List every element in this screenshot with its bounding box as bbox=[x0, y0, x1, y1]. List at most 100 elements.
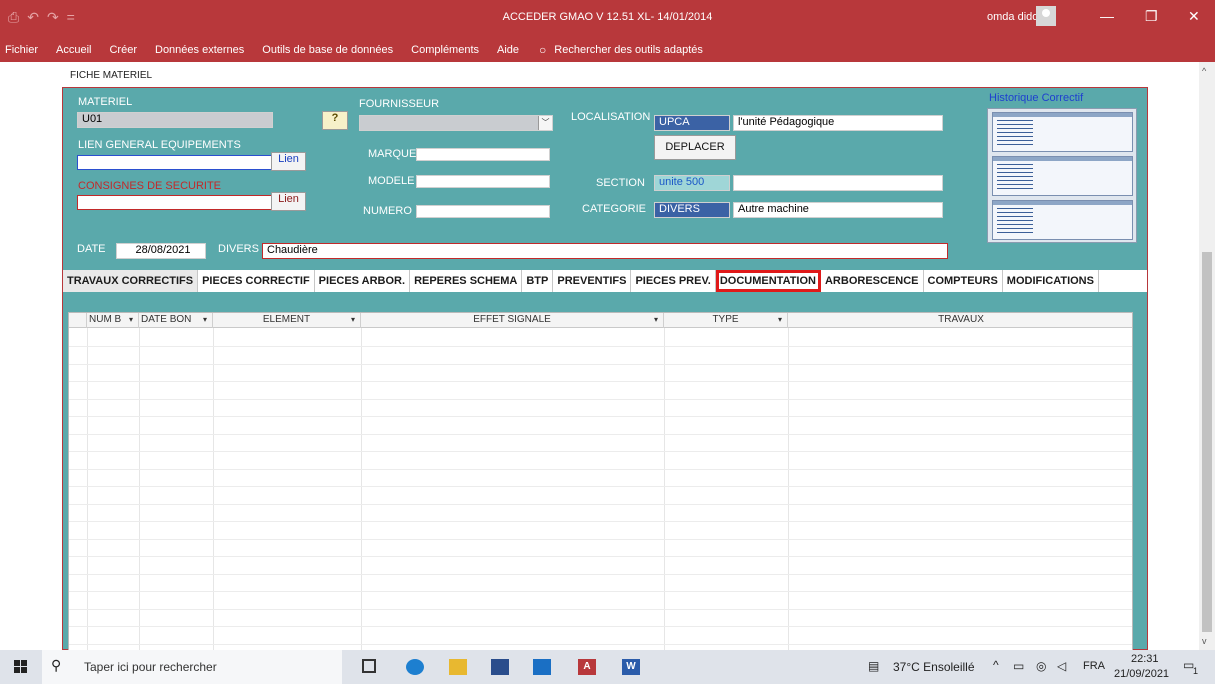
tell-me-search[interactable]: Rechercher des outils adaptés bbox=[554, 44, 703, 56]
historique-label: Historique Correctif bbox=[989, 92, 1084, 104]
divers-field[interactable]: Chaudière bbox=[262, 243, 948, 259]
col-type[interactable]: TYPE ▾ bbox=[664, 313, 788, 328]
fournisseur-combo[interactable]: ﹀ bbox=[359, 115, 553, 131]
consignes-label: CONSIGNES DE SECURITE bbox=[78, 180, 222, 192]
sort-down-icon[interactable]: ▾ bbox=[129, 313, 133, 327]
date-field[interactable]: 28/08/2021 bbox=[116, 243, 206, 259]
numero-label: NUMERO bbox=[363, 205, 412, 217]
task-view-icon[interactable] bbox=[362, 659, 376, 673]
tab-travaux-correctifs[interactable]: TRAVAUX CORRECTIFS bbox=[63, 270, 199, 292]
scroll-thumb[interactable] bbox=[1202, 252, 1212, 632]
lien-general-field[interactable] bbox=[77, 155, 273, 170]
tab-compteurs[interactable]: COMPTEURS bbox=[924, 270, 1003, 292]
fournisseur-label: FOURNISSEUR bbox=[359, 98, 440, 110]
clock-date[interactable]: 21/09/2021 bbox=[1114, 668, 1169, 680]
tab-reperes-schema[interactable]: REPERES SCHEMA bbox=[410, 270, 523, 292]
ribbon-tab-complements[interactable]: Compléments bbox=[411, 44, 479, 56]
modele-label: MODELE bbox=[368, 175, 415, 187]
edge-icon[interactable] bbox=[406, 659, 424, 675]
sort-down-icon[interactable]: ▾ bbox=[351, 313, 355, 327]
sort-down-icon[interactable]: ▾ bbox=[203, 313, 207, 327]
help-button[interactable]: ? bbox=[322, 111, 348, 130]
tab-pieces-arbor[interactable]: PIECES ARBOR. bbox=[315, 270, 411, 292]
historique-thumb-3[interactable] bbox=[992, 200, 1133, 240]
col-element[interactable]: ELEMENT ▾ bbox=[213, 313, 361, 328]
sort-down-icon[interactable]: ▾ bbox=[654, 313, 658, 327]
grid-select-all[interactable] bbox=[69, 313, 87, 328]
chevron-down-icon[interactable]: ﹀ bbox=[538, 116, 552, 130]
lien-button[interactable]: Lien bbox=[271, 152, 306, 171]
numero-field[interactable] bbox=[416, 205, 550, 218]
lien-general-label: LIEN GENERAL EQUIPEMENTS bbox=[78, 139, 241, 151]
localisation-code[interactable]: UPCA bbox=[654, 115, 730, 131]
col-date-bon[interactable]: DATE BON ▾ bbox=[139, 313, 213, 328]
user-name[interactable]: omda dido bbox=[987, 11, 1038, 23]
taskbar-search[interactable]: ⚲ Taper ici pour rechercher bbox=[42, 650, 342, 684]
col-num-b[interactable]: NUM B ▾ bbox=[87, 313, 139, 328]
travaux-grid[interactable]: NUM B ▾ DATE BON ▾ ELEMENT ▾ EFFET SIGNALE ▾… bbox=[68, 312, 1133, 652]
lien-button-consignes[interactable]: Lien bbox=[271, 192, 306, 211]
restore-button[interactable]: ❐ bbox=[1145, 8, 1158, 25]
word-icon[interactable]: W bbox=[622, 659, 640, 675]
section-code[interactable]: unite 500 bbox=[654, 175, 730, 191]
section-name[interactable] bbox=[733, 175, 943, 191]
sort-down-icon[interactable]: ▾ bbox=[778, 313, 782, 327]
tab-btp[interactable]: BTP bbox=[522, 270, 554, 292]
historique-thumb-2[interactable] bbox=[992, 156, 1133, 196]
detail-tabs: TRAVAUX CORRECTIFS PIECES CORRECTIF PIEC… bbox=[63, 270, 1147, 292]
col-travaux[interactable]: TRAVAUX bbox=[788, 313, 1132, 328]
materiel-field[interactable]: U01 bbox=[77, 112, 273, 128]
tab-documentation[interactable]: DOCUMENTATION bbox=[715, 270, 821, 292]
tab-pieces-prev[interactable]: PIECES PREV. bbox=[631, 270, 716, 292]
language-indicator[interactable]: FRA bbox=[1083, 660, 1105, 672]
mail-icon[interactable] bbox=[533, 659, 551, 675]
avatar[interactable] bbox=[1036, 6, 1056, 26]
col-effet-signale[interactable]: EFFET SIGNALE ▾ bbox=[361, 313, 664, 328]
localisation-name[interactable]: l'unité Pédagogique bbox=[733, 115, 943, 131]
col-num-b-label: NUM B bbox=[89, 314, 122, 325]
modele-field[interactable] bbox=[416, 175, 550, 188]
categorie-code[interactable]: DIVERS bbox=[654, 202, 730, 218]
minimize-button[interactable]: — bbox=[1100, 8, 1114, 24]
ribbon-tab-accueil[interactable]: Accueil bbox=[56, 44, 91, 56]
network-icon[interactable]: ▭ bbox=[1013, 659, 1024, 673]
table-row bbox=[69, 346, 1132, 347]
table-row bbox=[69, 591, 1132, 592]
chevron-up-icon[interactable]: ^ bbox=[993, 658, 999, 672]
table-row bbox=[69, 538, 1132, 540]
table-row bbox=[69, 556, 1132, 557]
categorie-name[interactable]: Autre machine bbox=[733, 202, 943, 218]
scroll-down-icon[interactable]: v bbox=[1202, 636, 1207, 646]
close-button[interactable]: ✕ bbox=[1188, 8, 1200, 25]
ribbon-tab-fichier[interactable]: Fichier bbox=[5, 44, 38, 56]
weather-text[interactable]: 37°C Ensoleillé bbox=[893, 660, 975, 674]
ribbon-tab-donnees-externes[interactable]: Données externes bbox=[155, 44, 244, 56]
consignes-field[interactable] bbox=[77, 195, 273, 210]
localisation-label: LOCALISATION bbox=[571, 111, 651, 123]
tab-modifications[interactable]: MODIFICATIONS bbox=[1003, 270, 1099, 292]
clock-time[interactable]: 22:31 bbox=[1131, 653, 1159, 665]
ribbon-tab-aide[interactable]: Aide bbox=[497, 44, 519, 56]
deplacer-button[interactable]: DEPLACER bbox=[654, 135, 736, 160]
table-row bbox=[69, 381, 1132, 382]
ribbon-tab-creer[interactable]: Créer bbox=[109, 44, 137, 56]
table-row bbox=[69, 468, 1132, 470]
tab-preventifs[interactable]: PREVENTIFS bbox=[553, 270, 632, 292]
tab-arborescence[interactable]: ARBORESCENCE bbox=[821, 270, 924, 292]
windows-start-icon[interactable] bbox=[14, 660, 28, 674]
historique-thumbnails[interactable] bbox=[987, 108, 1137, 243]
file-explorer-icon[interactable] bbox=[449, 659, 467, 675]
taskbar: ⚲ Taper ici pour rechercher A W ▤ 37°C E… bbox=[0, 650, 1215, 684]
table-row bbox=[69, 398, 1132, 400]
marque-field[interactable] bbox=[416, 148, 550, 161]
scroll-up-icon[interactable]: ^ bbox=[1202, 66, 1206, 76]
volume-icon[interactable]: ◁ bbox=[1057, 659, 1066, 673]
table-row bbox=[69, 608, 1132, 610]
ribbon-tab-outils-bdd[interactable]: Outils de base de données bbox=[262, 44, 393, 56]
store-icon[interactable] bbox=[491, 659, 509, 675]
vertical-scrollbar[interactable]: ^ v bbox=[1199, 62, 1215, 650]
historique-thumb-1[interactable] bbox=[992, 112, 1133, 152]
access-icon[interactable]: A bbox=[578, 659, 596, 675]
language-globe-icon[interactable]: ◎ bbox=[1036, 659, 1046, 673]
tab-pieces-correctif[interactable]: PIECES CORRECTIF bbox=[198, 270, 315, 292]
